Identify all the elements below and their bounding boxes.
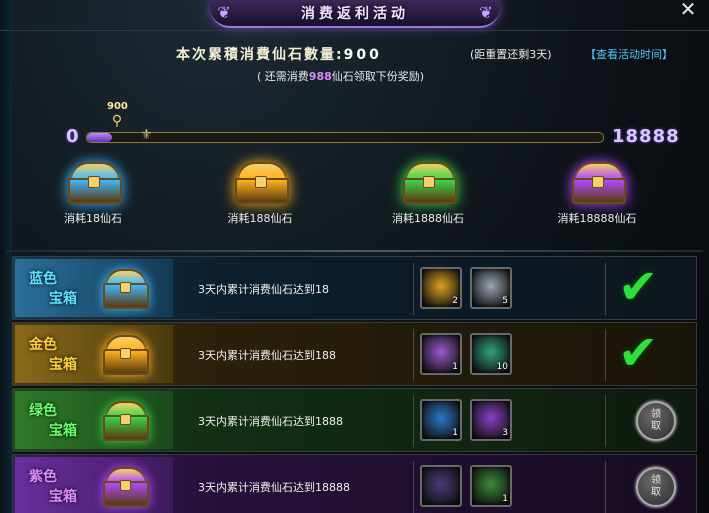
chest-badge: 绿色宝箱 (15, 391, 173, 449)
chest-name-line2: 宝箱 (49, 357, 77, 373)
claim-label-2: 取 (651, 487, 661, 498)
item-count: 10 (496, 362, 508, 372)
treasure-chest-icon (101, 267, 149, 311)
progress-bar (86, 132, 604, 143)
treasure-chest-icon[interactable] (64, 160, 122, 204)
treasure-chest-icon[interactable] (231, 160, 289, 204)
golden-key-icon[interactable]: 2 (420, 267, 462, 309)
spent-label: 本次累積消費仙石數量: (176, 47, 344, 63)
progress-max-label: 18888 (612, 126, 680, 147)
column-divider (605, 461, 606, 513)
progress-ornament-icon: ⚜ (140, 127, 153, 143)
claimed-check-icon: ✔ (618, 259, 659, 315)
chest-name-line1: 金色 (29, 337, 57, 353)
milestone-label: 消耗18888仙石 (557, 212, 637, 225)
reward-row: 紫色宝箱 3天内累计消费仙石达到18888 1 领取 (12, 454, 697, 513)
reward-row: 金色宝箱 3天内累计消费仙石达到188 1 10 ✔ (12, 322, 697, 386)
spent-summary: 本次累積消費仙石數量:900 (176, 44, 382, 64)
chest-name: 金色宝箱 (29, 335, 77, 375)
column-divider (413, 395, 414, 447)
milestone-label: 消耗188仙石 (227, 212, 293, 225)
requirement-text: 3天内累计消费仙石达到188 (198, 349, 336, 362)
spent-value: 900 (343, 47, 382, 63)
milestone-1: 消耗18仙石 (33, 160, 153, 226)
chest-badge: 紫色宝箱 (15, 457, 173, 513)
requirement-text: 3天内累计消费仙石达到18888 (198, 481, 350, 494)
event-window: ❦ 消费返利活动 ❦ ✕ 本次累積消費仙石數量:900 (距重置还剩3天) 【查… (0, 0, 709, 513)
need-suffix: 仙石领取下份奖励) (331, 70, 425, 83)
requirement-text: 3天内累计消费仙石达到18 (198, 283, 329, 296)
treasure-chest-icon[interactable] (399, 160, 457, 204)
column-divider (413, 329, 414, 381)
claim-button[interactable]: 领取 (636, 467, 676, 507)
header-divider (0, 30, 709, 31)
milestone-4: 消耗18888仙石 (537, 160, 657, 226)
requirement-text: 3天内累计消费仙石达到1888 (198, 415, 343, 428)
need-prefix: ( 还需消费 (257, 70, 309, 83)
title-banner: ❦ 消费返利活动 ❦ (210, 0, 500, 28)
progress-fill (87, 133, 112, 142)
reset-countdown: (距重置还剩3天) (470, 48, 552, 61)
blue-box-icon[interactable]: 1 (420, 399, 462, 441)
next-reward-hint: ( 还需消费988仙石领取下份奖励) (257, 68, 424, 84)
treasure-chest-icon (101, 399, 149, 443)
reward-row: 蓝色宝箱 3天内累计消费仙石达到18 2 5 ✔ (12, 256, 697, 320)
chest-name: 紫色宝箱 (29, 467, 77, 507)
column-divider (605, 263, 606, 315)
claim-label-1: 领 (651, 409, 661, 420)
progress-min-label: 0 (66, 126, 79, 147)
progress-marker-icon: ⚲ (111, 113, 123, 129)
item-count: 2 (452, 296, 458, 306)
right-ornament-icon: ❦ (479, 3, 493, 22)
left-edge-decoration (0, 0, 12, 513)
chest-name-line1: 蓝色 (29, 271, 57, 287)
purple-flower-icon[interactable]: 3 (470, 399, 512, 441)
claim-label-1: 领 (651, 475, 661, 486)
purple-scroll-icon[interactable]: 1 (420, 333, 462, 375)
chest-name-line2: 宝箱 (49, 291, 77, 307)
dark-creature-icon[interactable] (420, 465, 462, 507)
chest-name: 蓝色宝箱 (29, 269, 77, 309)
claimed-check-icon: ✔ (618, 325, 659, 381)
milestone-3: 消耗1888仙石 (368, 160, 488, 226)
chest-badge: 蓝色宝箱 (15, 259, 173, 317)
red-fruit-icon[interactable]: 1 (470, 465, 512, 507)
item-count: 1 (502, 494, 508, 504)
milestone-2: 消耗188仙石 (200, 160, 320, 226)
chest-name-line2: 宝箱 (49, 489, 77, 505)
view-event-time-link[interactable]: 【查看活动时间】 (585, 46, 673, 62)
item-count: 3 (502, 428, 508, 438)
reward-row: 绿色宝箱 3天内累计消费仙石达到1888 1 3 领取 (12, 388, 697, 452)
claim-label-2: 取 (651, 421, 661, 432)
treasure-chest-icon (101, 465, 149, 509)
chest-name-line1: 紫色 (29, 469, 57, 485)
item-count: 1 (452, 362, 458, 372)
close-button[interactable]: ✕ (677, 0, 699, 22)
window-title: 消费返利活动 (301, 6, 409, 22)
chest-name: 绿色宝箱 (29, 401, 77, 441)
milestone-label: 消耗1888仙石 (392, 212, 464, 225)
column-divider (413, 461, 414, 513)
treasure-chest-icon (101, 333, 149, 377)
chest-name-line2: 宝箱 (49, 423, 77, 439)
item-count: 5 (502, 296, 508, 306)
progress-current-label: 900 (107, 101, 128, 112)
section-divider (6, 250, 703, 252)
column-divider (605, 395, 606, 447)
chest-name-line1: 绿色 (29, 403, 57, 419)
need-amount: 988 (308, 70, 332, 83)
milestone-label: 消耗18仙石 (64, 212, 122, 225)
claim-button[interactable]: 领取 (636, 401, 676, 441)
green-potion-icon[interactable]: 10 (470, 333, 512, 375)
item-count: 1 (452, 428, 458, 438)
column-divider (605, 329, 606, 381)
treasure-chest-icon[interactable] (568, 160, 626, 204)
column-divider (413, 263, 414, 315)
left-ornament-icon: ❦ (217, 3, 231, 22)
silver-key-icon[interactable]: 5 (470, 267, 512, 309)
chest-badge: 金色宝箱 (15, 325, 173, 383)
